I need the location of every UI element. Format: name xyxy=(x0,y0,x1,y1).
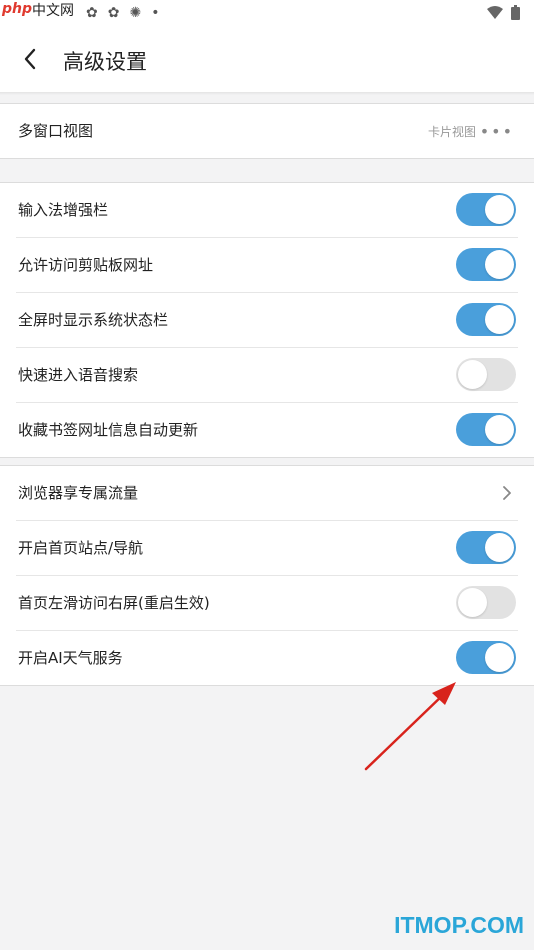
watermark-php: php xyxy=(2,1,33,17)
voice-search-toggle[interactable] xyxy=(456,358,516,391)
wifi-icon xyxy=(487,5,503,19)
setting-label: 全屏时显示系统状态栏 xyxy=(18,311,169,329)
toggle-knob xyxy=(458,360,487,389)
watermark-cn: 中文网 xyxy=(32,3,74,19)
page-title: 高级设置 xyxy=(63,50,147,74)
dot-icon: • xyxy=(151,5,160,21)
setting-row: 开启首页站点/导航 xyxy=(16,521,518,576)
setting-label: 输入法增强栏 xyxy=(18,201,109,219)
setting-label: 开启AI天气服务 xyxy=(18,649,123,667)
toggle-knob xyxy=(485,415,514,444)
bookmark-autoupdate-toggle[interactable] xyxy=(456,413,516,446)
ai-weather-toggle[interactable] xyxy=(456,641,516,674)
setting-label: 首页左滑访问右屏(重启生效) xyxy=(18,594,210,612)
setting-label: 开启首页站点/导航 xyxy=(18,539,144,557)
section-toggles: 输入法增强栏 允许访问剪贴板网址 全屏时显示系统状态栏 快速进入语音搜索 收藏书… xyxy=(0,182,534,458)
status-bar: php 中文网 ✿ ✿ ✺ • xyxy=(0,0,534,26)
app-notification-icon: ✿ xyxy=(107,5,120,21)
toggle-knob xyxy=(485,250,514,279)
toggle-knob xyxy=(458,588,487,617)
setting-row: 全屏时显示系统状态栏 xyxy=(16,293,518,348)
notification-icons: ✿ ✿ ✺ • xyxy=(86,5,159,21)
app-notification-icon: ✿ xyxy=(86,5,98,21)
toggle-knob xyxy=(485,533,514,562)
traffic-label: 浏览器享专属流量 xyxy=(18,484,139,502)
back-arrow-icon[interactable] xyxy=(18,44,44,74)
swipe-right-screen-toggle[interactable] xyxy=(456,586,516,619)
section-homepage: 浏览器享专属流量 开启首页站点/导航 首页左滑访问右屏(重启生效) 开启AI天气… xyxy=(0,465,534,686)
setting-label: 允许访问剪贴板网址 xyxy=(18,256,154,274)
aperture-icon: ✺ xyxy=(129,5,142,21)
setting-row: 开启AI天气服务 xyxy=(16,631,518,685)
battery-icon xyxy=(511,5,520,20)
setting-row: 收藏书签网址信息自动更新 xyxy=(16,403,518,457)
multi-window-value: 卡片视图 xyxy=(427,125,476,139)
setting-label: 快速进入语音搜索 xyxy=(18,366,139,384)
toggle-knob xyxy=(485,195,514,224)
setting-row: 允许访问剪贴板网址 xyxy=(16,238,518,293)
traffic-row[interactable]: 浏览器享专属流量 xyxy=(16,466,518,521)
app-header: 高级设置 xyxy=(0,26,534,92)
more-icon[interactable]: ••• xyxy=(480,122,514,141)
setting-row: 快速进入语音搜索 xyxy=(16,348,518,403)
chevron-right-icon xyxy=(503,486,511,500)
setting-row: 输入法增强栏 xyxy=(16,183,518,238)
multi-window-row[interactable]: 多窗口视图 卡片视图 ••• xyxy=(16,104,518,158)
multi-window-label: 多窗口视图 xyxy=(18,122,94,140)
fullscreen-statusbar-toggle[interactable] xyxy=(456,303,516,336)
clipboard-url-toggle[interactable] xyxy=(456,248,516,281)
ime-bar-toggle[interactable] xyxy=(456,193,516,226)
setting-row: 首页左滑访问右屏(重启生效) xyxy=(16,576,518,631)
watermark-bottom: ITMOP.COM xyxy=(394,912,524,938)
section-view: 多窗口视图 卡片视图 ••• xyxy=(0,103,534,159)
toggle-knob xyxy=(485,305,514,334)
header-divider xyxy=(0,92,534,95)
toggle-knob xyxy=(485,643,514,672)
setting-label: 收藏书签网址信息自动更新 xyxy=(18,421,199,439)
homepage-nav-toggle[interactable] xyxy=(456,531,516,564)
status-right xyxy=(487,5,520,20)
